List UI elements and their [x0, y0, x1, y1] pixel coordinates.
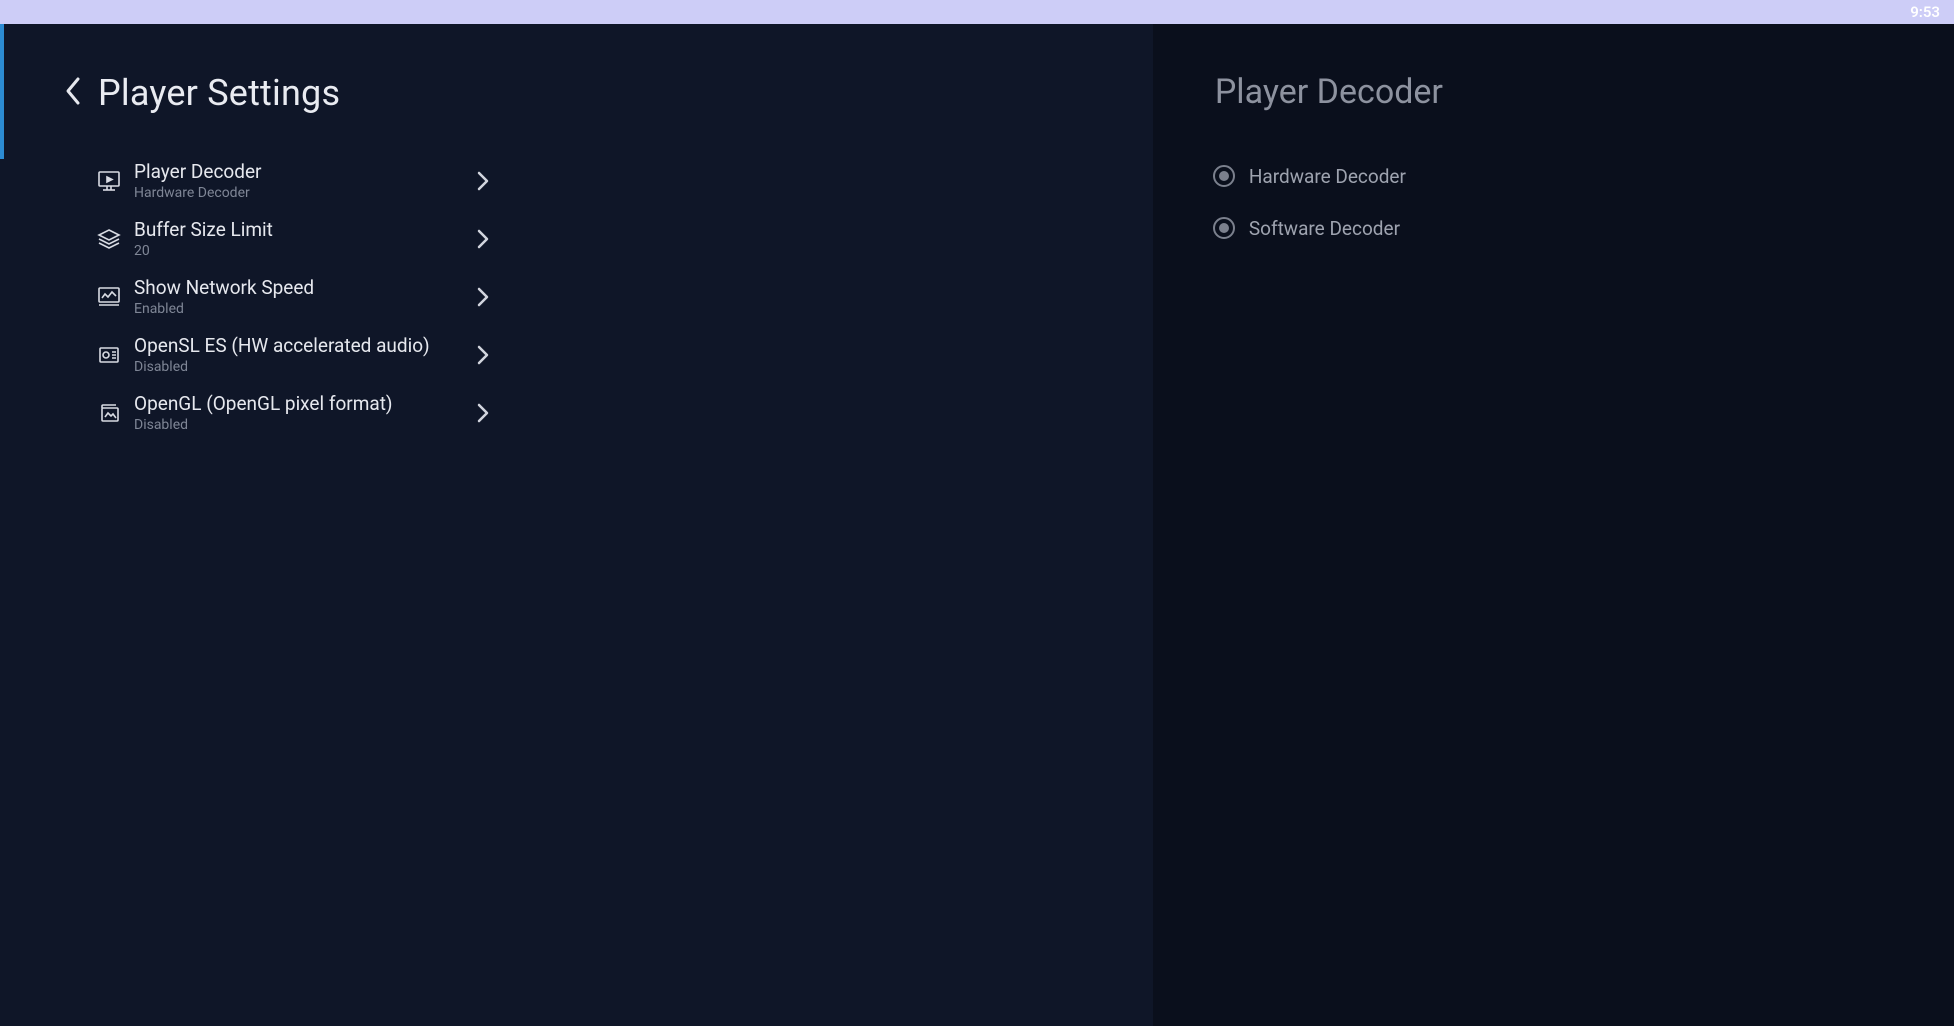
option-list: Hardware Decoder Software Decoder — [1153, 150, 1954, 254]
images-icon — [96, 400, 122, 426]
chevron-right-icon — [474, 229, 492, 249]
setting-value: Disabled — [134, 359, 474, 375]
setting-label: Buffer Size Limit — [134, 219, 474, 242]
radio-selected-icon — [1213, 217, 1235, 239]
option-label: Software Decoder — [1249, 217, 1400, 240]
chevron-right-icon — [474, 403, 492, 423]
setting-label: Show Network Speed — [134, 277, 474, 300]
setting-show-network-speed[interactable]: Show Network Speed Enabled — [96, 268, 492, 326]
page-title: Player Settings — [98, 72, 340, 114]
setting-player-decoder[interactable]: Player Decoder Hardware Decoder — [96, 152, 492, 210]
settings-master-pane: Player Settings Player Decoder Hardware … — [0, 24, 1153, 1026]
setting-value: Disabled — [134, 417, 474, 433]
layers-icon — [96, 226, 122, 252]
setting-label: OpenGL (OpenGL pixel format) — [134, 393, 474, 416]
back-chevron-icon[interactable] — [64, 75, 84, 111]
clock-time: 9:53 — [1910, 3, 1940, 21]
status-bar: 9:53 — [0, 0, 1954, 24]
setting-opengl[interactable]: OpenGL (OpenGL pixel format) Disabled — [96, 384, 492, 442]
chevron-right-icon — [474, 171, 492, 191]
accent-strip — [0, 24, 4, 159]
settings-detail-pane: Player Decoder Hardware Decoder Software… — [1153, 24, 1954, 1026]
detail-title: Player Decoder — [1215, 72, 1954, 112]
settings-list: Player Decoder Hardware Decoder Buffer — [0, 152, 492, 442]
chevron-right-icon — [474, 345, 492, 365]
network-speed-icon — [96, 284, 122, 310]
option-software-decoder[interactable]: Software Decoder — [1213, 202, 1954, 254]
monitor-play-icon — [96, 168, 122, 194]
setting-buffer-size-limit[interactable]: Buffer Size Limit 20 — [96, 210, 492, 268]
chevron-right-icon — [474, 287, 492, 307]
radio-selected-icon — [1213, 165, 1235, 187]
setting-label: Player Decoder — [134, 161, 474, 184]
option-label: Hardware Decoder — [1249, 165, 1406, 188]
option-hardware-decoder[interactable]: Hardware Decoder — [1213, 150, 1954, 202]
setting-value: Hardware Decoder — [134, 185, 474, 201]
setting-label: OpenSL ES (HW accelerated audio) — [134, 335, 474, 358]
setting-value: 20 — [134, 243, 474, 259]
setting-opensl-es[interactable]: OpenSL ES (HW accelerated audio) Disable… — [96, 326, 492, 384]
setting-value: Enabled — [134, 301, 474, 317]
audio-chip-icon — [96, 342, 122, 368]
